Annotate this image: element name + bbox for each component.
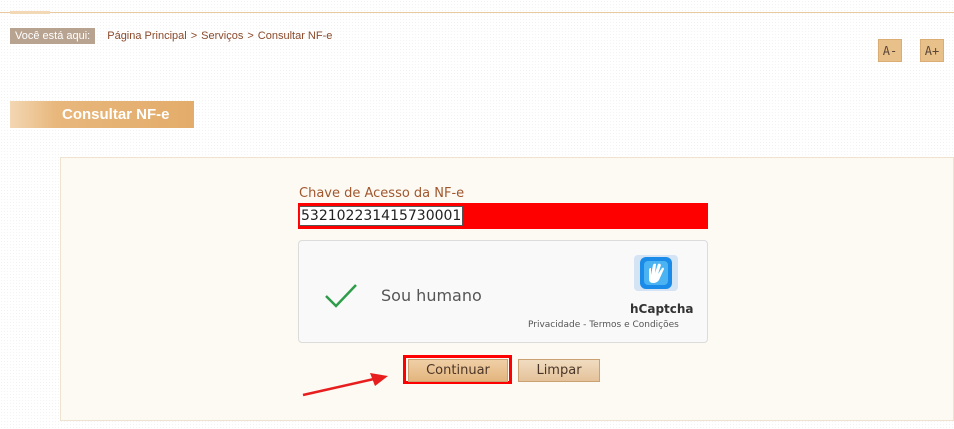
font-increase-button[interactable]: A+ [920, 39, 944, 62]
hcaptcha-logo-icon [634, 255, 678, 291]
continue-button[interactable]: Continuar [408, 359, 508, 382]
top-divider [0, 12, 954, 13]
breadcrumb-item-current: Consultar NF-e [257, 30, 333, 42]
breadcrumb-item-home[interactable]: Página Principal [107, 30, 187, 42]
font-decrease-button[interactable]: A- [878, 39, 902, 62]
checkmark-icon [325, 284, 357, 308]
breadcrumb-item-services[interactable]: Serviços [201, 30, 243, 42]
hcaptcha-links[interactable]: Privacidade - Termos e Condições [528, 320, 679, 330]
hcaptcha-brand: hCaptcha [630, 302, 694, 316]
access-key-label: Chave de Acesso da NF-e [299, 186, 465, 201]
arrow-icon [302, 373, 388, 397]
captcha-label: Sou humano [381, 286, 482, 305]
clear-button[interactable]: Limpar [518, 359, 600, 382]
access-key-value[interactable]: 532102231415730001 [299, 206, 464, 226]
breadcrumb-label: Você está aqui: [10, 28, 96, 44]
breadcrumb-separator: > [190, 30, 198, 42]
page-title: Consultar NF-e [10, 101, 194, 128]
top-accent [10, 11, 50, 14]
breadcrumb: Você está aqui: Página Principal > Servi… [10, 28, 332, 44]
breadcrumb-separator: > [247, 30, 254, 42]
